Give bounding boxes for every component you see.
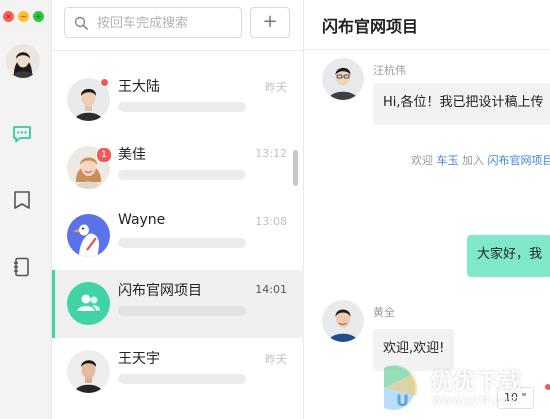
conversation-list-panel: + 王大陆 昨天 1 <box>52 0 304 419</box>
joined-user-link[interactable]: 车玉 <box>437 154 459 167</box>
conversation-item[interactable]: 王天宇 昨天 <box>52 338 304 406</box>
conversation-name: 王大陆 <box>118 79 160 95</box>
active-indicator <box>52 270 55 338</box>
conversation-time: 13:08 <box>255 215 287 228</box>
group-link[interactable]: 闪布官网项目 <box>488 154 550 167</box>
app-sidebar: × − + <box>0 0 52 419</box>
conversation-item[interactable]: 1 美佳 13:12 <box>52 134 304 202</box>
message-bubble[interactable]: Hi,各位！我已把设计稿上传 <box>373 83 550 125</box>
message-preview-placeholder <box>118 170 246 180</box>
conversation-item[interactable]: 王大陆 昨天 <box>52 66 304 134</box>
message-preview-placeholder <box>118 374 246 384</box>
user-avatar[interactable] <box>6 44 40 78</box>
conversation-item-active[interactable]: 闪布官网项目 14:01 <box>52 270 304 338</box>
unread-dot <box>100 78 109 87</box>
sender-avatar[interactable] <box>322 300 364 342</box>
window-minimize-button[interactable]: − <box>18 11 29 22</box>
chat-icon[interactable] <box>11 123 33 145</box>
chat-panel: 闪布官网项目 汪杭伟 Hi,各位！我已把设计稿上传 欢迎 车玉 加入 闪布官网项… <box>305 0 550 419</box>
add-button[interactable]: + <box>250 7 290 38</box>
list-divider <box>52 50 304 51</box>
conversation-name: 闪布官网项目 <box>118 283 202 299</box>
message-bubble[interactable]: 欢迎,欢迎! <box>373 329 455 371</box>
unread-count-badge: 1 <box>96 147 112 163</box>
conversation-time: 昨天 <box>265 353 287 366</box>
group-avatar <box>67 282 110 325</box>
conversation-time: 13:12 <box>255 147 287 160</box>
notebook-icon[interactable] <box>11 189 33 211</box>
voice-duration-badge[interactable]: 10 " <box>497 387 534 409</box>
search-input[interactable] <box>97 13 237 33</box>
system-text: 加入 <box>458 154 488 167</box>
conversation-item[interactable]: Wayne 13:08 <box>52 202 304 270</box>
window-maximize-button[interactable]: + <box>33 11 44 22</box>
conversation-name: 王天宇 <box>118 351 160 367</box>
contacts-book-icon[interactable] <box>11 256 33 278</box>
system-text: 欢迎 <box>411 154 437 167</box>
system-join-notice: 欢迎 车玉 加入 闪布官网项目 <box>411 152 550 168</box>
message-preview-placeholder <box>118 306 246 316</box>
group-icon <box>77 294 100 311</box>
message-sender: 汪杭伟 <box>373 64 406 77</box>
chat-header-divider <box>305 49 550 50</box>
message-preview-placeholder <box>118 102 246 112</box>
window-close-button[interactable]: × <box>3 11 14 22</box>
my-message-bubble[interactable]: 大家好，我 <box>467 235 550 277</box>
conversation-time: 14:01 <box>255 283 287 296</box>
contact-avatar <box>67 350 110 393</box>
unread-dot <box>545 384 550 390</box>
search-box[interactable] <box>64 7 242 38</box>
message-sender: 黄全 <box>373 306 395 319</box>
conversation-time: 昨天 <box>265 81 287 94</box>
list-scrollbar[interactable] <box>293 150 298 186</box>
conversation-name: 美佳 <box>118 147 146 163</box>
sender-avatar[interactable] <box>322 58 364 100</box>
conversation-name: Wayne <box>118 212 166 228</box>
message-preview-placeholder <box>118 238 246 248</box>
chat-title: 闪布官网项目 <box>322 17 419 36</box>
contact-avatar <box>67 214 110 257</box>
search-icon <box>74 16 88 30</box>
